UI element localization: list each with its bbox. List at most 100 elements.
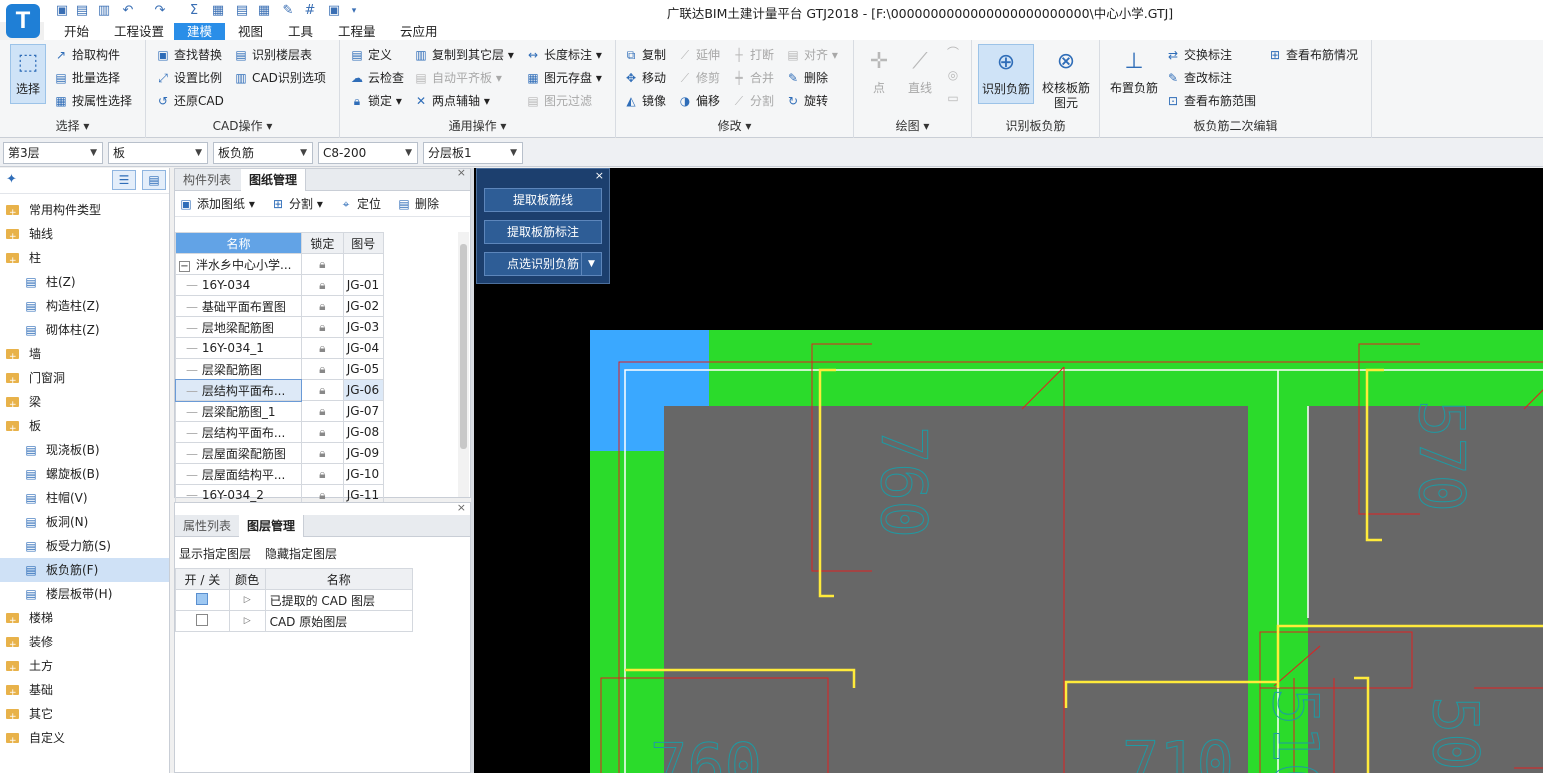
redo-icon[interactable]: ↷ — [152, 3, 168, 19]
open-icon[interactable]: ▥ — [96, 3, 112, 19]
component-type-select[interactable]: 板负筋 ▼ — [213, 142, 313, 164]
lock-icon[interactable]: 🔒︎ — [319, 404, 325, 418]
break-button[interactable]: ┼ 打断 — [732, 45, 774, 65]
swap-annotation-button[interactable]: ⇄ 交换标注 — [1166, 45, 1232, 65]
export-icon[interactable]: ▣ — [326, 3, 342, 19]
category-select[interactable]: 板 ▼ — [108, 142, 208, 164]
nav-folder[interactable]: 楼梯 — [0, 606, 169, 633]
column-color[interactable]: 颜色 — [228, 568, 266, 590]
cad-options-button[interactable]: ▥ CAD识别选项 — [234, 68, 326, 88]
lock-icon[interactable]: 🔒︎ — [319, 446, 325, 460]
extract-rebar-annotation-button[interactable]: 提取板筋标注 — [484, 220, 602, 244]
table-icon[interactable]: ▦ — [256, 3, 272, 19]
app-logo[interactable]: T — [6, 4, 40, 38]
batch-select-button[interactable]: ▤ 批量选择 — [54, 68, 120, 88]
floor-select[interactable]: 第3层 ▼ — [3, 142, 103, 164]
menu-quantity[interactable]: 工程量 — [336, 23, 378, 40]
mirror-button[interactable]: ◭ 镜像 — [624, 91, 666, 111]
select-button[interactable]: ⬚ 选择 — [10, 44, 46, 104]
element-filter-button[interactable]: ▤ 图元过滤 — [526, 91, 592, 111]
select-group-label[interactable]: 选择 ▾ — [0, 117, 145, 134]
common-group-label[interactable]: 通用操作 ▾ — [340, 117, 615, 134]
find-replace-button[interactable]: ▣ 查找替换 — [156, 45, 222, 65]
column-layer-name[interactable]: 名称 — [264, 568, 414, 590]
customize-icon[interactable]: ▾ — [346, 3, 362, 19]
nav-folder[interactable]: 梁 — [0, 390, 169, 417]
folder-icon[interactable] — [6, 393, 19, 417]
table-row[interactable]: — 16Y-034_1 🔒︎ JG-04 — [175, 337, 459, 359]
view-rebar-range-button[interactable]: ⊡ 查看布筋范围 — [1166, 91, 1256, 111]
save-icon[interactable]: ▣ — [54, 3, 70, 19]
report-icon[interactable]: ▤ — [234, 3, 250, 19]
line-button[interactable]: ⟋ 直线 — [900, 44, 940, 104]
draw-group-label[interactable]: 绘图 ▾ — [854, 117, 971, 134]
arc-icon[interactable]: ⌒ — [946, 46, 960, 60]
lock-icon[interactable]: 🔒︎ — [319, 341, 325, 355]
component-select[interactable]: C8-200 ▼ — [318, 142, 418, 164]
drawing-canvas[interactable]: 760 570 760 710 510 50 — [474, 168, 1543, 773]
folder-icon[interactable] — [6, 369, 19, 393]
nav-item[interactable]: ▤ 构造柱(Z) — [0, 294, 169, 318]
rotate-button[interactable]: ↻ 旋转 — [786, 91, 828, 111]
menu-cloud[interactable]: 云应用 — [398, 23, 440, 40]
nav-item[interactable]: ▤ 板洞(N) — [0, 510, 169, 534]
layer-slab-select[interactable]: 分层板1 ▼ — [423, 142, 523, 164]
chevron-down-icon[interactable]: ▼ — [581, 253, 601, 275]
nav-item[interactable]: ▤ 现浇板(B) — [0, 438, 169, 462]
hide-layer-button[interactable]: 隐藏指定图层 — [265, 545, 337, 562]
extract-rebar-line-button[interactable]: 提取板筋线 — [484, 188, 602, 212]
folder-icon[interactable] — [6, 729, 19, 753]
lock-icon[interactable]: 🔒︎ — [319, 278, 325, 292]
nav-item[interactable]: ▤ 砌体柱(Z) — [0, 318, 169, 342]
tab-drawing-management[interactable]: 图纸管理 — [241, 169, 307, 191]
delete-drawing-button[interactable]: ▤ 删除 — [397, 195, 439, 213]
folder-icon[interactable] — [6, 657, 19, 681]
modify-group-label[interactable]: 修改 ▾ — [616, 117, 853, 134]
extend-button[interactable]: ⟋ 延伸 — [678, 45, 720, 65]
list-view-icon[interactable]: ☰ — [112, 170, 136, 190]
close-icon[interactable]: × — [457, 166, 466, 179]
nav-item[interactable]: ▤ 螺旋板(B) — [0, 462, 169, 486]
edit-annotation-button[interactable]: ✎ 查改标注 — [1166, 68, 1232, 88]
folder-icon[interactable] — [6, 609, 19, 633]
table-row[interactable]: — 基础平面布置图 🔒︎ JG-02 — [175, 295, 459, 317]
lock-icon[interactable]: 🔒︎ — [319, 299, 325, 313]
nav-item[interactable]: ▤ 楼层板带(H) — [0, 582, 169, 606]
nav-folder[interactable]: 其它 — [0, 702, 169, 729]
column-lock[interactable]: 锁定 — [300, 232, 344, 254]
expand-arrow-icon[interactable]: ▷ — [244, 595, 251, 605]
column-on-off[interactable]: 开 / 关 — [175, 568, 230, 590]
expand-all-icon[interactable]: ✦ — [6, 172, 17, 187]
layer-toggle-checkbox[interactable] — [196, 592, 209, 605]
nav-folder[interactable]: 柱 — [0, 246, 169, 273]
table-row[interactable]: — 层结构平面布... 🔒︎ JG-06 — [174, 378, 459, 402]
two-point-axis-button[interactable]: ✕ 两点辅轴 ▾ — [414, 91, 490, 111]
nav-folder[interactable]: 常用构件类型 — [0, 198, 169, 225]
layer-toggle-checkbox[interactable] — [196, 613, 209, 626]
close-icon[interactable]: × — [457, 501, 466, 514]
lock-icon[interactable]: 🔒︎ — [319, 383, 325, 397]
folder-icon[interactable] — [6, 681, 19, 705]
select-by-attribute-button[interactable]: ▦ 按属性选择 — [54, 91, 132, 111]
cloud-check-button[interactable]: ☁ 云检查 — [350, 68, 404, 88]
close-icon[interactable]: × — [595, 169, 604, 182]
split-button[interactable]: ⟋ 分割 — [732, 91, 774, 111]
menu-project-settings[interactable]: 工程设置 — [112, 23, 166, 40]
menu-modeling[interactable]: 建模 — [174, 23, 226, 40]
table-row[interactable]: — 层梁配筋图_1 🔒︎ JG-07 — [175, 400, 459, 422]
nav-item[interactable]: ▤ 柱(Z) — [0, 270, 169, 294]
sum-icon[interactable]: Σ — [186, 3, 202, 19]
set-scale-button[interactable]: ⤢ 设置比例 — [156, 68, 222, 88]
menu-start[interactable]: 开始 — [62, 23, 91, 40]
nav-folder[interactable]: 轴线 — [0, 222, 169, 249]
collapse-icon[interactable]: − — [179, 260, 190, 272]
folder-icon[interactable] — [6, 345, 19, 369]
move-button[interactable]: ✥ 移动 — [624, 68, 666, 88]
point-identify-rebar-button[interactable]: 点选识别负筋 ▼ — [484, 252, 602, 276]
hash-icon[interactable]: # — [302, 3, 318, 19]
table-row[interactable]: — 16Y-034 🔒︎ JG-01 — [175, 274, 459, 296]
nav-item[interactable]: ▤ 板受力筋(S) — [0, 534, 169, 558]
nav-item[interactable]: ▤ 柱帽(V) — [0, 486, 169, 510]
table-row[interactable]: — 层结构平面布... 🔒︎ JG-08 — [175, 421, 459, 443]
nav-folder[interactable]: 板 — [0, 414, 169, 441]
